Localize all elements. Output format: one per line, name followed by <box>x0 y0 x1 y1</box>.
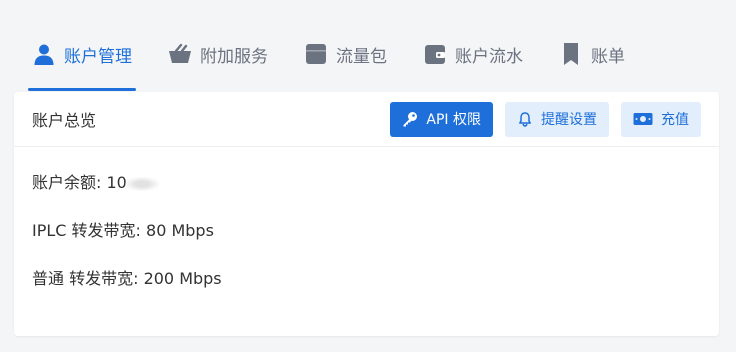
tab-label: 流量包 <box>336 46 387 67</box>
reminder-settings-button[interactable]: 提醒设置 <box>505 101 609 137</box>
api-permission-button[interactable]: API 权限 <box>390 101 493 137</box>
tab-account-transactions[interactable]: 账户流水 <box>405 34 541 74</box>
box-icon <box>304 42 328 66</box>
balance-label: 账户余额: <box>32 173 107 192</box>
tab-label: 账户管理 <box>64 46 132 67</box>
card-title: 账户总览 <box>32 111 97 130</box>
user-icon <box>32 42 56 66</box>
balance-value: 10 <box>106 173 127 192</box>
button-label: 提醒设置 <box>541 112 597 128</box>
bookmark-icon <box>559 42 583 66</box>
tab-addon-services[interactable]: 附加服务 <box>150 34 286 74</box>
button-label: 充值 <box>661 112 689 128</box>
card-body: 账户余额: 10 IPLC 转发带宽: 80 Mbps 普通 转发带宽: 200… <box>14 147 719 291</box>
button-label: API 权限 <box>426 112 481 128</box>
normal-bandwidth-row: 普通 转发带宽: 200 Mbps <box>32 269 222 288</box>
key-icon <box>402 111 418 127</box>
tab-bills[interactable]: 账单 <box>541 34 643 74</box>
tab-label: 附加服务 <box>200 46 268 67</box>
header-actions: API 权限 提醒设置 充值 <box>390 101 701 137</box>
iplc-bandwidth-row: IPLC 转发带宽: 80 Mbps <box>32 221 214 240</box>
bell-icon <box>517 111 533 127</box>
tab-label: 账单 <box>591 46 625 67</box>
wallet-icon <box>423 42 447 66</box>
tab-account-management[interactable]: 账户管理 <box>14 34 150 91</box>
basket-icon <box>168 42 192 66</box>
tab-bar: 账户管理 附加服务 流量包 账户流水 账单 <box>14 34 720 91</box>
recharge-button[interactable]: 充值 <box>621 101 701 137</box>
tab-label: 账户流水 <box>455 46 523 67</box>
tab-traffic-package[interactable]: 流量包 <box>286 34 405 74</box>
account-overview-card: 账户总览 API 权限 提醒设置 充值 账户余额: 10 IPLC 转发带宽: … <box>14 92 719 336</box>
money-icon <box>633 112 653 126</box>
blurred-balance-digits <box>124 176 159 191</box>
balance-row: 账户余额: 10 <box>32 171 701 195</box>
card-header: 账户总览 API 权限 提醒设置 充值 <box>14 92 719 147</box>
